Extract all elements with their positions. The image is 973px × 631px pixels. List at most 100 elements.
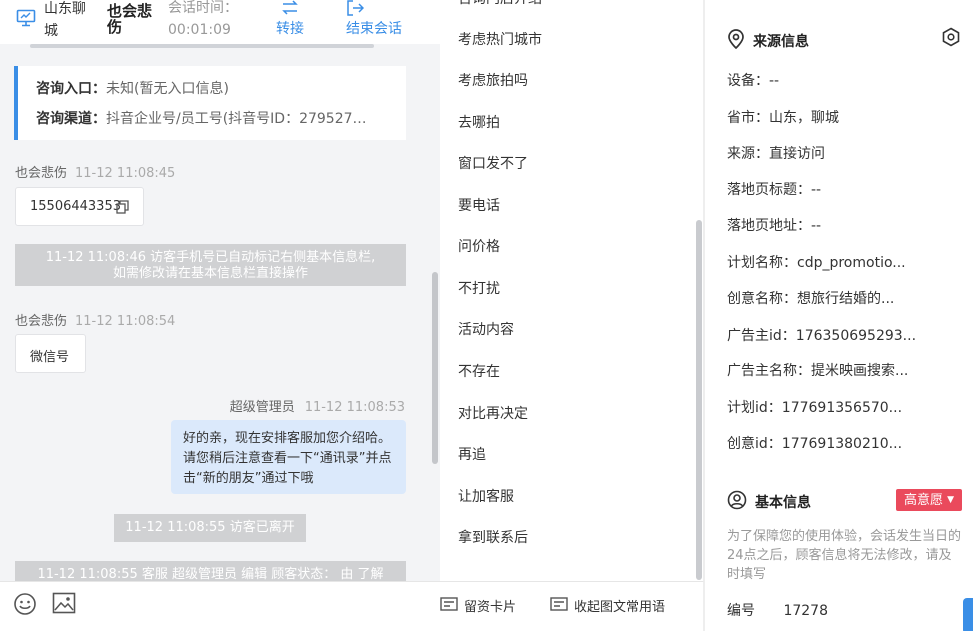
collapse-phrases-button[interactable]: 收起图文常用语: [550, 596, 665, 615]
field-key: 来源：: [727, 146, 769, 162]
quick-phrases-panel: 咨询门店介绍 考虑热门城市 考虑旅拍吗 去哪拍 窗口发不了 要电话 问价格 不打…: [440, 0, 704, 581]
emoji-icon[interactable]: [13, 592, 37, 620]
phrase-item[interactable]: 不打扰: [458, 278, 500, 298]
agent-sender: 超级管理员 11-12 11:08:53: [230, 396, 405, 415]
exit-icon: [346, 0, 402, 18]
field-value: 177691380210...: [781, 436, 903, 452]
visitor-location: 山东聊城: [44, 1, 86, 39]
field-value: 想旅行结婚的...: [797, 291, 895, 307]
monitor-icon: [16, 9, 36, 31]
sender-name: 也会悲伤: [15, 314, 68, 329]
system-text-line1: 11-12 11:08:46 访客手机号已自动标记右侧基本信息栏,: [45, 250, 376, 265]
entry-key: 咨询入口：: [36, 81, 106, 97]
field-key: 计划id：: [727, 400, 782, 416]
chat-input-toolbar: [0, 581, 440, 631]
phrase-item[interactable]: 咨询门店介绍: [458, 0, 542, 8]
visitor-message-bubble[interactable]: 微信号: [15, 334, 86, 373]
message-text: 好的亲，现在安排客服加您介绍哈。请您稍后注意查看一下“通讯录”并点击“新的朋友”…: [183, 431, 392, 486]
collapse-phrases-label: 收起图文常用语: [574, 600, 666, 615]
phrase-item[interactable]: 窗口发不了: [458, 153, 528, 173]
phrase-item[interactable]: 问价格: [458, 236, 500, 256]
message-sender: 也会悲伤 11-12 11:08:54: [15, 310, 175, 329]
field-value: cdp_promotio...: [797, 255, 906, 271]
field-key: 计划名称：: [727, 255, 797, 271]
visitor-name: 也会悲伤: [107, 2, 153, 36]
info-field-source: 来源：直接访问: [727, 143, 825, 163]
intent-dropdown[interactable]: 高意愿 ▼: [896, 489, 962, 511]
channel-key: 咨询渠道：: [36, 111, 106, 127]
phrase-item[interactable]: 再追: [458, 444, 486, 464]
field-value: --: [811, 182, 822, 198]
info-field-creative-id: 创意id：177691380210...: [727, 433, 902, 453]
message-time: 11-12 11:08:54: [75, 314, 176, 329]
field-key: 设备：: [727, 73, 769, 89]
chat-bubble-icon: [550, 596, 568, 615]
phrase-item[interactable]: 要电话: [458, 195, 500, 215]
phrase-item[interactable]: 去哪拍: [458, 112, 500, 132]
channel-value: 抖音企业号/员工号(抖音号ID：279527…: [106, 111, 367, 127]
info-field-id: 编号 17278: [727, 600, 828, 620]
end-session-button[interactable]: 结束会话: [346, 0, 402, 40]
side-drawer-tab[interactable]: [963, 598, 973, 631]
image-icon[interactable]: [52, 592, 76, 618]
field-value: 17278: [783, 603, 828, 619]
field-value: --: [811, 218, 822, 234]
chat-scrollbar[interactable]: [432, 272, 438, 464]
end-session-label: 结束会话: [346, 21, 402, 37]
field-value: 山东，聊城: [769, 110, 839, 126]
system-message: 11-12 11:08:55 访客已离开: [114, 514, 306, 542]
edit-notice: 为了保障您的使用体验，会话发生当日的24点之后，顾客信息将无法修改，请及时填写: [727, 529, 962, 582]
phrases-toolbar: 留资卡片 收起图文常用语: [440, 581, 704, 631]
field-value: 直接访问: [769, 146, 825, 162]
sender-name: 也会悲伤: [15, 166, 68, 181]
phrase-item[interactable]: 不存在: [458, 361, 500, 381]
system-text-line2: 如需修改请在基本信息栏直接操作: [112, 266, 308, 281]
field-key: 广告主名称：: [727, 363, 811, 379]
message-time: 11-12 11:08:53: [304, 400, 405, 415]
header-divider: [30, 44, 374, 48]
settings-icon[interactable]: [941, 27, 961, 51]
agent-message-bubble[interactable]: 好的亲，现在安排客服加您介绍哈。请您稍后注意查看一下“通讯录”并点击“新的朋友”…: [171, 420, 406, 494]
phrase-item[interactable]: 考虑旅拍吗: [458, 70, 528, 90]
visitor-message-bubble[interactable]: 15506443353: [15, 187, 144, 226]
app-root: 山东聊城 也会悲伤 会话时间： 00:01:09 转接 结束会话 咨询入口：未知…: [0, 0, 973, 631]
session-time-value: 00:01:09: [168, 22, 231, 38]
phrase-item[interactable]: 对比再决定: [458, 403, 528, 423]
chat-panel: 山东聊城 也会悲伤 会话时间： 00:01:09 转接 结束会话 咨询入口：未知…: [0, 0, 440, 631]
field-key: 创意名称：: [727, 291, 797, 307]
copy-icon[interactable]: [116, 200, 129, 218]
source-info-title: 来源信息: [727, 29, 809, 53]
phrase-item[interactable]: 活动内容: [458, 319, 514, 339]
source-info-label: 来源信息: [753, 34, 809, 50]
phrase-item[interactable]: 考虑热门城市: [458, 29, 542, 49]
customer-info-panel: 来源信息 设备：-- 省市：山东，聊城 来源：直接访问 落地页标题：-- 落地页…: [704, 0, 973, 631]
transfer-label: 转接: [276, 21, 304, 37]
transfer-icon: [276, 0, 304, 18]
field-key: 落地页地址：: [727, 218, 811, 234]
entry-info-card: 咨询入口：未知(暂无入口信息) 咨询渠道：抖音企业号/员工号(抖音号ID：279…: [14, 66, 406, 140]
info-field-advertiser-id: 广告主id：176350695293...: [727, 325, 916, 345]
phrase-item[interactable]: 拿到联系后: [458, 527, 528, 547]
chat-header: 山东聊城 也会悲伤 会话时间： 00:01:09 转接 结束会话: [0, 0, 440, 48]
message-text: 微信号: [30, 350, 70, 365]
info-field-device: 设备：--: [727, 70, 779, 90]
info-field-landing-url: 落地页地址：--: [727, 215, 821, 235]
field-key: 广告主id：: [727, 328, 796, 344]
field-key: 编号: [727, 603, 755, 619]
transfer-button[interactable]: 转接: [276, 0, 304, 40]
user-circle-icon: [727, 490, 747, 514]
info-field-province: 省市：山东，聊城: [727, 107, 839, 127]
entry-row: 咨询入口：未知(暂无入口信息): [36, 78, 229, 98]
info-field-landing-title: 落地页标题：--: [727, 179, 821, 199]
phrases-scrollbar[interactable]: [696, 220, 702, 580]
message-text: 15506443353: [30, 199, 121, 214]
field-key: 创意id：: [727, 436, 782, 452]
message-time: 11-12 11:08:45: [75, 166, 176, 181]
field-key: 省市：: [727, 110, 769, 126]
lead-card-button[interactable]: 留资卡片: [440, 596, 516, 615]
field-key: 落地页标题：: [727, 182, 811, 198]
phrase-item[interactable]: 让加客服: [458, 486, 514, 506]
field-value: 176350695293...: [795, 328, 917, 344]
system-message: 11-12 11:08:46 访客手机号已自动标记右侧基本信息栏, 如需修改请在…: [15, 244, 406, 286]
entry-value: 未知(暂无入口信息): [106, 81, 229, 97]
